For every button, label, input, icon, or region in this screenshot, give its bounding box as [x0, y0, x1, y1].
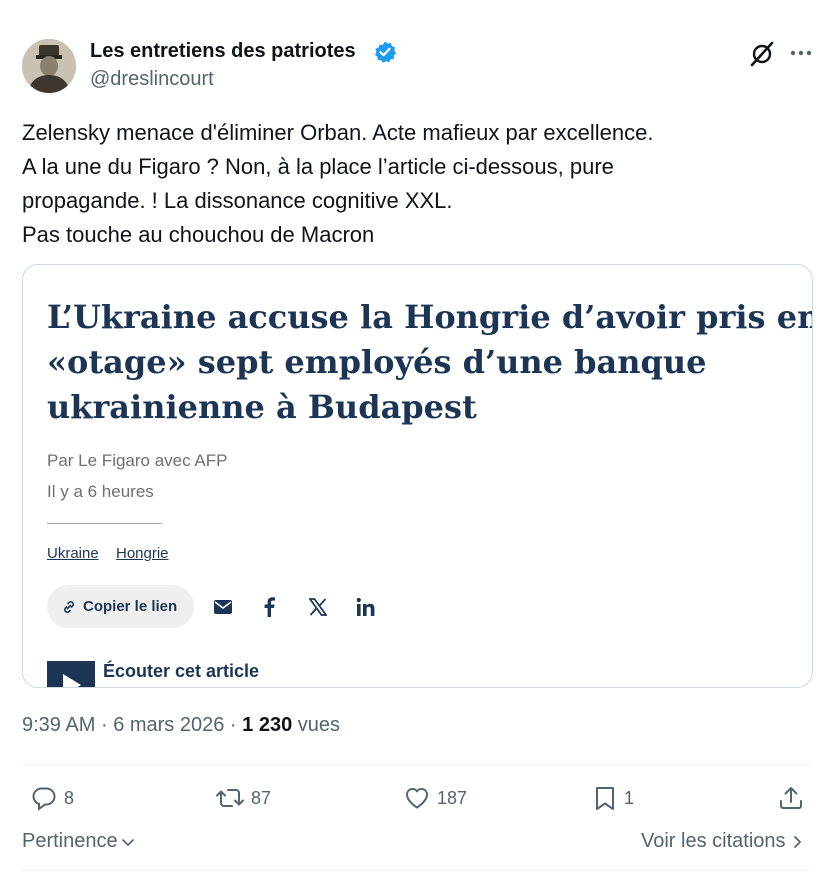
like-button[interactable]: 187: [403, 784, 467, 812]
tag-hongrie: Hongrie: [116, 545, 169, 562]
bookmark-icon: [596, 787, 614, 810]
chevron-down-icon: [121, 838, 134, 846]
tweet-meta: 9:39 AM · 6 mars 2026 · 1 230 vues: [22, 714, 340, 737]
reply-icon: [32, 787, 56, 811]
mail-icon: [211, 595, 235, 619]
tweet-date[interactable]: 6 mars 2026: [113, 714, 224, 736]
headline-line: «otage» sept employés d’une banque: [47, 343, 707, 381]
author-name[interactable]: Les entretiens des patriotes: [90, 40, 356, 63]
article-byline: Par Le Figaro avec AFP: [47, 451, 228, 470]
views-label: vues: [297, 714, 341, 736]
quotes-label: Voir les citations: [641, 830, 786, 852]
article-headline: L’Ukraine accuse la Hongrie d’avoir pris…: [47, 295, 813, 430]
tweet-time[interactable]: 9:39 AM: [22, 714, 95, 736]
bookmark-button[interactable]: 1: [592, 784, 634, 812]
tweet-text: Zelensky menace d'éliminer Orban. Acte m…: [22, 116, 812, 252]
facebook-icon: [257, 595, 281, 619]
copy-link-button: Copier le lien: [47, 585, 194, 628]
repost-count: 87: [251, 787, 272, 808]
sort-replies-dropdown[interactable]: Pertinence: [22, 830, 136, 853]
bookmark-count: 1: [624, 787, 635, 808]
tweet-line: propagande. ! La dissonance cognitive XX…: [22, 188, 453, 213]
heart-icon: [405, 787, 429, 809]
views-count: 1 230: [242, 714, 293, 736]
meta-separator: ·: [100, 714, 108, 736]
repost-button[interactable]: 87: [215, 784, 271, 812]
tweet-line: Pas touche au chouchou de Macron: [22, 222, 375, 247]
play-button: [47, 661, 95, 687]
x-icon: [306, 595, 330, 619]
tag-ukraine: Ukraine: [47, 545, 99, 562]
article-media-card[interactable]: L’Ukraine accuse la Hongrie d’avoir pris…: [22, 264, 813, 688]
share-button[interactable]: [777, 784, 811, 812]
share-icon: [780, 787, 802, 809]
view-quotes-link[interactable]: Voir les citations: [641, 830, 804, 853]
author-handle[interactable]: @dreslincourt: [90, 68, 214, 91]
divider: [47, 523, 162, 524]
headline-line: L’Ukraine accuse la Hongrie d’avoir pris…: [47, 298, 813, 336]
reply-count: 8: [64, 787, 75, 808]
reply-button[interactable]: 8: [30, 784, 74, 812]
divider: [22, 764, 813, 765]
sort-label: Pertinence: [22, 830, 118, 852]
meta-separator: ·: [229, 714, 237, 736]
copy-link-label: Copier le lien: [83, 598, 178, 615]
tweet-line: A la une du Figaro ? Non, à la place l’a…: [22, 154, 614, 179]
like-count: 187: [437, 787, 468, 808]
repost-icon: [216, 789, 244, 807]
verified-badge-icon: [373, 40, 397, 64]
linkedin-icon: [354, 595, 378, 619]
link-icon: [64, 600, 74, 613]
headline-line: ukrainienne à Budapest: [47, 388, 477, 426]
grok-icon[interactable]: [748, 40, 776, 68]
article-time: Il y a 6 heures: [47, 482, 154, 501]
chevron-right-icon: [793, 835, 801, 848]
author-avatar[interactable]: [22, 39, 76, 93]
divider: [22, 870, 813, 871]
more-options-icon[interactable]: [788, 40, 814, 66]
tweet-line: Zelensky menace d'éliminer Orban. Acte m…: [22, 120, 654, 145]
listen-article-label: Écouter cet article: [103, 661, 260, 681]
